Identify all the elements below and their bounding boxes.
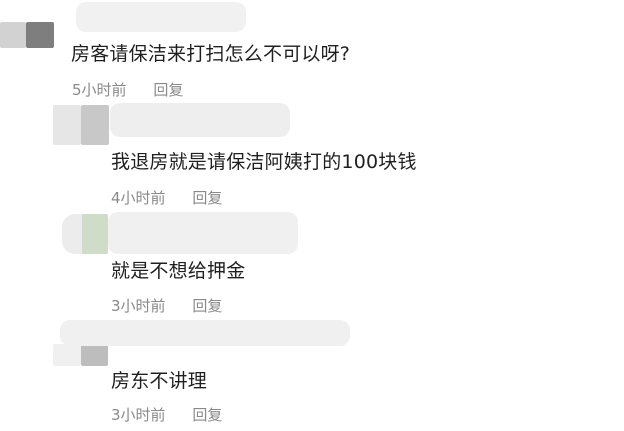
reply-button[interactable]: 回复 xyxy=(192,297,222,315)
timestamp: 5小时前 xyxy=(72,81,127,99)
comment-meta: 3小时前 回复 xyxy=(111,406,222,424)
comment-text: 房东不讲理 xyxy=(111,370,208,392)
reply-button[interactable]: 回复 xyxy=(192,189,222,207)
comment-text: 我退房就是请保洁阿姨打的100块钱 xyxy=(111,151,417,173)
timestamp: 4小时前 xyxy=(111,189,166,207)
reply-button[interactable]: 回复 xyxy=(192,406,222,424)
comment-meta: 5小时前 回复 xyxy=(72,81,183,99)
comment-meta: 4小时前 回复 xyxy=(111,189,222,207)
timestamp: 3小时前 xyxy=(111,406,166,424)
comment-text: 就是不想给押金 xyxy=(111,260,246,282)
reply-button[interactable]: 回复 xyxy=(153,81,183,99)
comment-meta: 3小时前 回复 xyxy=(111,297,222,315)
timestamp: 3小时前 xyxy=(111,297,166,315)
comment-text: 房客请保洁来打扫怎么不可以呀? xyxy=(71,43,351,65)
